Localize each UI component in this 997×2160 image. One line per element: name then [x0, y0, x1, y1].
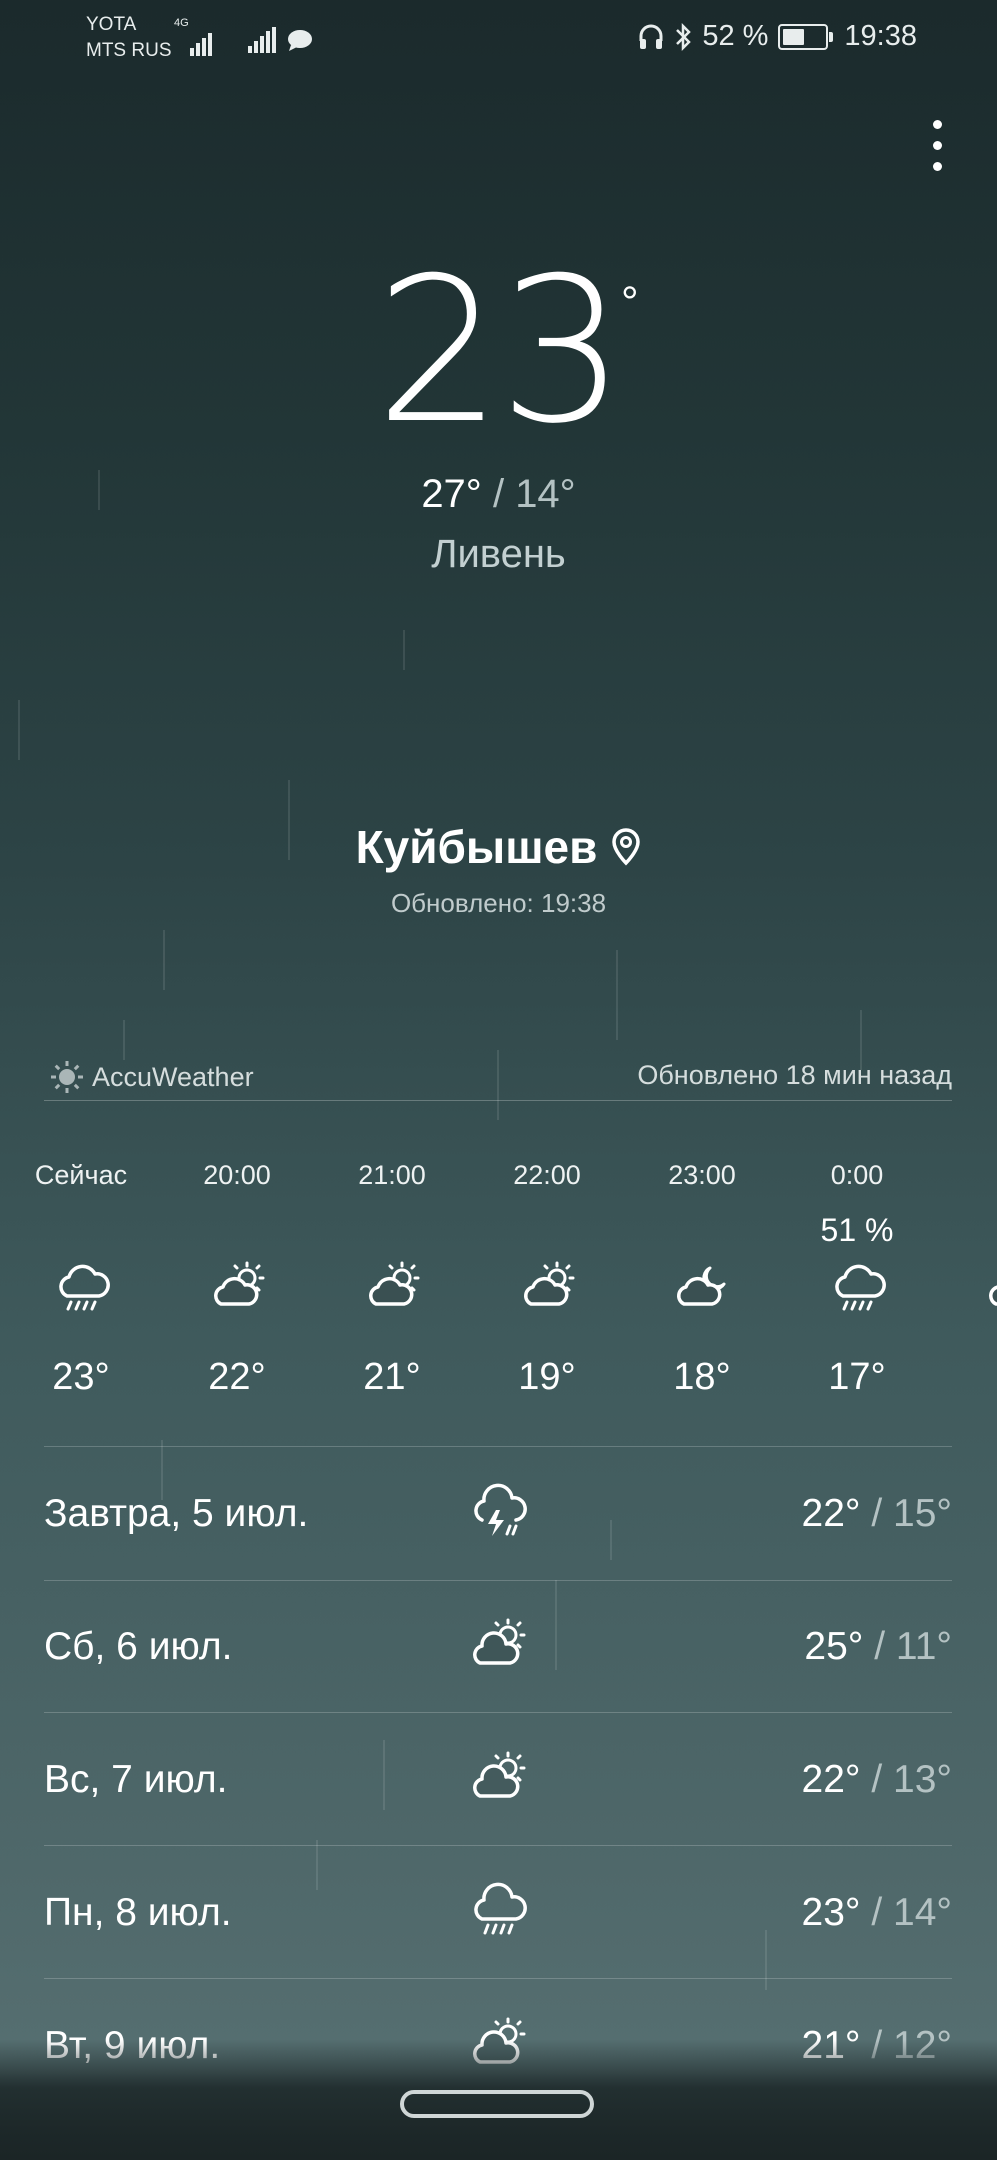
provider-updated: Обновлено 18 мин назад [637, 1060, 952, 1090]
headset-icon [639, 24, 663, 49]
hour-temp: 21° [363, 1356, 421, 1398]
day-high: 22° [801, 1492, 861, 1535]
hour-temp: 18° [673, 1356, 731, 1398]
sun-icon [51, 1061, 83, 1093]
night-cloud-icon [677, 1266, 726, 1306]
day-low: 13° [893, 1758, 952, 1801]
clock: 19:38 [844, 20, 917, 52]
hour-time: 0:00 [830, 1160, 884, 1190]
degree-sign: ° [621, 278, 639, 327]
day-temps: 22° / 15° [802, 1492, 953, 1536]
current-temperature: 23 [375, 235, 626, 468]
day-low: 11° [895, 1625, 952, 1668]
bluetooth-icon [676, 22, 692, 51]
day-label: Пн, 8 июл. [44, 1891, 232, 1934]
updated-time: Обновлено: 19:38 [390, 888, 607, 918]
high-temp: 27° [421, 472, 482, 516]
rain-icon [474, 1882, 527, 1935]
day-temps: 25° / 11° [804, 1625, 952, 1669]
hilo-separator: / [874, 1625, 886, 1668]
hour-time: Сейчас [34, 1160, 128, 1190]
hilo-separator: / [871, 1891, 883, 1934]
provider-row: AccuWeather Обновлено 18 мин назад [44, 1056, 952, 1101]
carrier-labels: YOTA MTS RUS [86, 12, 172, 64]
hour-temp: 1 [932, 1356, 997, 1399]
partly-sunny-icon [989, 1284, 997, 1306]
hour-temp: 23° [52, 1356, 110, 1398]
day-label: Завтра, 5 июл. [44, 1492, 309, 1535]
hour-precip: 51 % [820, 1212, 894, 1248]
battery-fill [783, 28, 805, 45]
carrier-mts: MTS RUS [86, 40, 172, 61]
partly-sunny-icon [524, 1261, 575, 1306]
status-bar: YOTA MTS RUS 4G 52 % 19:38 [0, 0, 997, 80]
hilo-separator: / [871, 1492, 883, 1535]
hourly-forecast[interactable]: Сейчас 23° 20:00 22° 21:00 21° 22:00 19°… [0, 1160, 997, 1410]
day-label: Вс, 7 июл. [44, 1758, 228, 1801]
divider [44, 1845, 952, 1846]
hour-time: 21:00 [358, 1160, 426, 1190]
home-gesture-bar[interactable] [400, 2090, 594, 2118]
day-temps: 23° / 14° [802, 1891, 953, 1935]
hour-time: 23:00 [668, 1160, 736, 1190]
day-high: 25° [804, 1625, 864, 1668]
accuweather-link[interactable]: AccuWeather [50, 1060, 254, 1094]
rain-icon [835, 1264, 886, 1311]
provider-name: AccuWeather [92, 1061, 254, 1092]
thunderstorm-icon [474, 1483, 527, 1536]
partly-sunny-icon [473, 1751, 526, 1798]
city-selector[interactable]: Куйбышев [0, 820, 997, 874]
divider [44, 1978, 952, 1979]
city-name: Куйбышев [355, 821, 598, 873]
weather-condition: Ливень [431, 532, 566, 576]
hilo-separator: / [492, 472, 505, 516]
daily-row[interactable]: Завтра, 5 июл. 22° / 15° [44, 1448, 952, 1580]
hour-time: 22:00 [513, 1160, 581, 1190]
battery-icon [778, 23, 834, 50]
signal-icon: 4G [174, 18, 218, 65]
hour-time: 1 [932, 1160, 997, 1191]
divider [44, 1712, 952, 1713]
day-temps: 22° / 13° [802, 1758, 953, 1802]
partly-sunny-icon [473, 1618, 526, 1665]
daily-row[interactable]: Вс, 7 июл. 22° / 13° [44, 1714, 952, 1846]
rain-icon [59, 1264, 110, 1311]
high-low-temp: 27° / 14° [0, 472, 997, 517]
location-pin-icon [612, 828, 641, 866]
hour-time: 20:00 [203, 1160, 271, 1190]
signal-icon [248, 27, 276, 53]
daily-row[interactable]: Пн, 8 июл. 23° / 14° [44, 1847, 952, 1979]
carrier-yota: YOTA [86, 14, 137, 35]
day-low: 15° [893, 1492, 952, 1535]
network-type: 4G [174, 17, 189, 29]
hour-temp: 17° [828, 1356, 886, 1398]
partly-sunny-icon [369, 1261, 420, 1306]
hilo-separator: / [871, 1758, 883, 1801]
battery-percent: 52 % [702, 20, 769, 52]
day-high: 23° [801, 1891, 861, 1934]
partly-sunny-icon [214, 1261, 265, 1306]
hour-temp: 19° [518, 1356, 576, 1398]
day-label: Сб, 6 июл. [44, 1625, 233, 1668]
day-low: 14° [893, 1891, 952, 1934]
day-high: 22° [801, 1758, 861, 1801]
low-temp: 14° [515, 472, 576, 516]
hour-temp: 22° [208, 1356, 266, 1398]
message-icon [288, 30, 312, 51]
daily-row[interactable]: Сб, 6 июл. 25° / 11° [44, 1581, 952, 1713]
more-options-button[interactable] [929, 120, 945, 176]
divider [44, 1446, 952, 1447]
status-right: 52 % 19:38 [638, 20, 917, 53]
